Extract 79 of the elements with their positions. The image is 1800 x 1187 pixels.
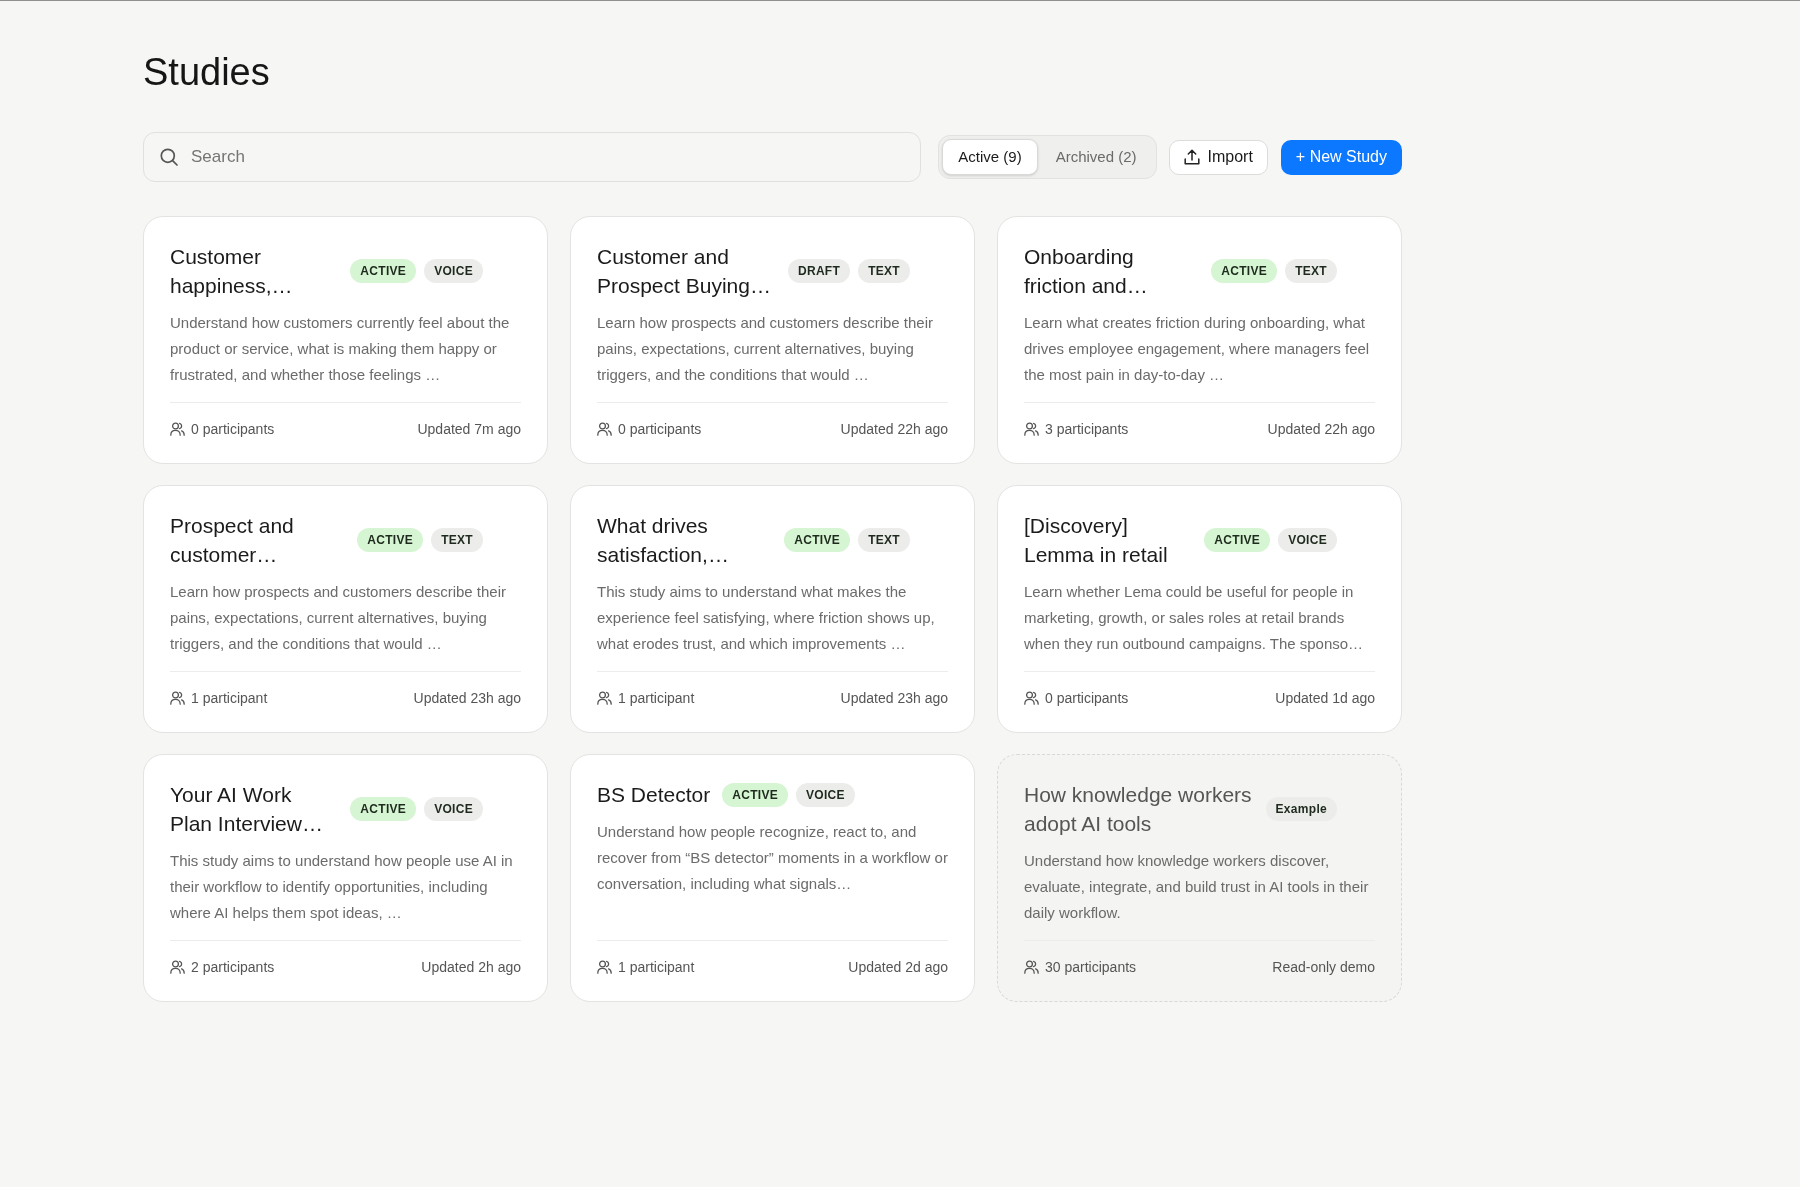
study-tag: TEXT [431, 528, 483, 552]
updated-time: Updated 23h ago [840, 689, 948, 708]
study-card[interactable] [143, 485, 548, 733]
page-title: Studies [143, 50, 270, 95]
study-card[interactable] [570, 216, 975, 464]
participant-count: 3 participants [1045, 420, 1129, 439]
card-description: Understand how knowledge workers discover, evaluate, integrate, and build trust in AI tools in their daily workflow. [1024, 851, 1370, 923]
users-icon [170, 691, 185, 705]
upload-icon [1183, 149, 1200, 165]
updated-time: Updated 2d ago [848, 958, 948, 977]
card-description: Learn what creates friction during onboarding, what drives employee engagement, where managers feel the most pain in day-to-day … [1024, 313, 1371, 385]
study-tag: TEXT [1285, 259, 1337, 283]
study-tag: ACTIVE [1204, 528, 1271, 552]
study-card[interactable] [143, 754, 548, 1002]
study-tag: ACTIVE [357, 528, 424, 552]
study-card[interactable]: Onboarding friction and… ACTIVE TEXT Learn what creates friction during onboarding, what drives employee engagement, where managers feel the most pain in day-to-day … 3 participants Updated 22h ago [997, 216, 1402, 464]
users-icon [170, 422, 185, 436]
study-tag: Example [1265, 797, 1337, 821]
card-title: Customer happiness,… [170, 244, 294, 299]
card-title: Prospect and customer… [170, 513, 295, 568]
participant-count: 2 participants [191, 958, 275, 977]
card-title: Onboarding friction and… [1024, 244, 1149, 299]
participant-count: 1 participant [618, 958, 695, 977]
study-tag: TEXT [858, 259, 910, 283]
card-title: BS Detector [597, 782, 711, 808]
updated-time: Updated 2h ago [421, 958, 521, 977]
study-tag: ACTIVE [350, 797, 417, 821]
search-icon [160, 148, 178, 166]
participant-count: 30 participants [1045, 958, 1137, 977]
card-description: Learn how prospects and customers describe their pains, expectations, current alternatives, buying triggers, and the conditions that would … [597, 313, 934, 385]
filter-tab[interactable]: Active (9) [942, 139, 1038, 175]
import-button[interactable]: Import [1168, 139, 1268, 175]
study-tag: ACTIVE [784, 528, 851, 552]
card-description: Understand how people recognize, react to, and recover from “BS detector” moments in a workflow or conversation, including what signals… [597, 822, 948, 894]
study-tag: VOICE [424, 797, 483, 821]
users-icon [597, 691, 612, 705]
users-icon [1024, 691, 1039, 705]
card-title: What drives satisfaction,… [597, 513, 730, 568]
participant-count: 1 participant [191, 689, 268, 708]
users-icon [170, 960, 185, 974]
new-study-button[interactable]: + New Study [1280, 139, 1402, 175]
study-tag: ACTIVE [1211, 259, 1278, 283]
participant-count: 0 participants [1045, 689, 1129, 708]
participant-count: 1 participant [618, 689, 695, 708]
study-tag: ACTIVE [722, 782, 789, 807]
participant-count: 0 participants [618, 420, 702, 439]
study-tag: ACTIVE [350, 259, 417, 283]
demo-note: Read-only demo [1272, 958, 1375, 977]
card-description: Learn how prospects and customers describe their pains, expectations, current alternatives, buying triggers, and the conditions that would … [170, 582, 507, 654]
updated-time: Updated 22h ago [1267, 420, 1375, 439]
users-icon [1024, 422, 1039, 436]
card-title: Customer and Prospect Buying… [597, 244, 772, 299]
study-card[interactable] [997, 485, 1402, 733]
study-card[interactable]: BS Detector ACTIVE VOICE Understand how people recognize, react to, and recover from “BS detector” moments in a workflow or conversation, including what signals… 1 participant Updated 2d ago [570, 754, 975, 1002]
updated-time: Updated 1d ago [1275, 689, 1375, 708]
example-study-card[interactable]: How knowledge workers adopt AI tools Example Understand how knowledge workers discover, evaluate, integrate, and build trust in AI tools in their daily workflow. 30 participants Read-only demo [997, 754, 1402, 1002]
users-icon [597, 960, 612, 974]
study-card[interactable] [143, 216, 548, 464]
card-title: [Discovery] Lemma in retail [1024, 513, 1169, 568]
card-title: How knowledge workers adopt AI tools [1024, 782, 1253, 837]
card-description: Learn whether Lema could be useful for people in marketing, growth, or sales roles at retail brands when they run outbound campaigns. The sponso… [1024, 582, 1365, 654]
study-tag: VOICE [796, 782, 855, 807]
updated-time: Updated 23h ago [413, 689, 521, 708]
study-tag: VOICE [1278, 528, 1337, 552]
search-field[interactable]: Search [143, 132, 922, 182]
card-description: This study aims to understand what makes the experience feel satisfying, where friction shows up, what erodes trust, and which improvements … [597, 582, 936, 654]
study-tag: DRAFT [787, 259, 851, 283]
card-description: Understand how customers currently feel about the product or service, what is making them happy or frustrated, and whether those feelings … [170, 313, 511, 385]
card-title: Your AI Work Plan Interview… [170, 782, 324, 837]
study-card[interactable] [570, 485, 975, 733]
updated-time: Updated 22h ago [840, 420, 948, 439]
users-icon [597, 422, 612, 436]
study-tag: VOICE [424, 259, 483, 283]
updated-time: Updated 7m ago [417, 420, 521, 439]
card-description: This study aims to understand how people use AI in their workflow to identify opportunities, including where AI helps them spot ideas, … [170, 851, 514, 923]
users-icon [1024, 960, 1039, 974]
study-tag: TEXT [858, 528, 910, 552]
filter-tab[interactable]: Archived (2) [1039, 139, 1153, 175]
participant-count: 0 participants [191, 420, 275, 439]
